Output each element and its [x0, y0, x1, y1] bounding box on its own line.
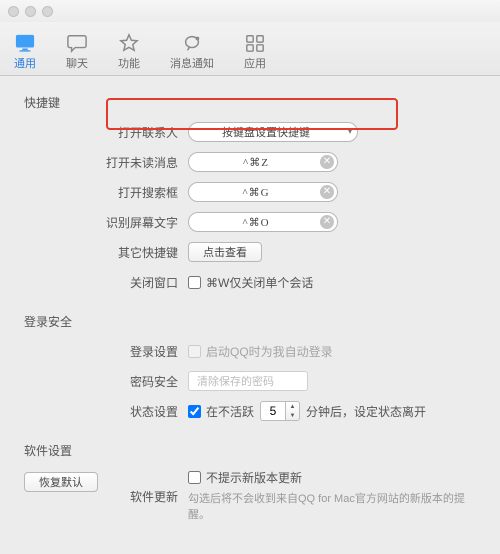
open-search-shortcut-field[interactable]: ^⌘G ✕ — [188, 182, 338, 202]
tab-chat[interactable]: 聊天 — [66, 33, 88, 75]
stepper-arrows[interactable]: ▲▼ — [286, 401, 300, 421]
close-window-checkbox[interactable]: ⌘W仅关闭单个会话 — [188, 274, 313, 291]
auto-login-checkbox: 启动QQ时为我自动登录 — [188, 343, 333, 360]
open-search-label: 打开搜索框 — [24, 184, 188, 201]
preferences-toolbar: 通用 聊天 功能 消息通知 应用 — [0, 22, 500, 76]
chevron-down-icon: ▾ — [348, 127, 352, 136]
tab-label: 通用 — [14, 55, 36, 71]
open-unread-shortcut-field[interactable]: ^⌘Z ✕ — [188, 152, 338, 172]
tab-general[interactable]: 通用 — [14, 33, 36, 75]
section-shortcuts: 快捷键 打开联系人 按键盘设置快捷键 ▾ 打开未读消息 ^⌘Z ✕ 打开搜索框 — [24, 94, 476, 301]
ocr-shortcut-field[interactable]: ^⌘O ✕ — [188, 212, 338, 232]
ocr-label: 识别屏幕文字 — [24, 214, 188, 231]
checkbox-input[interactable] — [188, 276, 201, 289]
shortcut-keys: ^⌘G — [242, 186, 269, 199]
status-post: 分钟后，设定状态离开 — [306, 403, 426, 420]
status-pre: 在不活跃 — [206, 403, 254, 420]
placeholder-text: 清除保存的密码 — [197, 373, 274, 389]
idle-minutes-stepper[interactable]: ▲▼ — [260, 401, 300, 421]
idle-minutes-input[interactable] — [260, 401, 286, 421]
status-away-checkbox[interactable]: 在不活跃 — [188, 403, 254, 420]
checkbox-label: 不提示新版本更新 — [206, 469, 302, 486]
clear-icon[interactable]: ✕ — [320, 185, 334, 199]
window-titlebar — [0, 0, 500, 22]
grid-icon — [244, 33, 266, 53]
update-hint: 勾选后将不会收到来自QQ for Mac官方网站的新版本的提醒。 — [188, 492, 476, 524]
login-settings-label: 登录设置 — [24, 343, 188, 360]
shortcut-placeholder: 按键盘设置快捷键 — [222, 124, 310, 140]
monitor-icon — [14, 33, 36, 53]
close-window-label: 关闭窗口 — [24, 274, 188, 291]
open-contacts-label: 打开联系人 — [24, 124, 188, 141]
checkbox-label: 启动QQ时为我自动登录 — [206, 343, 333, 360]
clear-icon[interactable]: ✕ — [320, 215, 334, 229]
section-title: 登录安全 — [24, 313, 476, 330]
tab-notifications[interactable]: 消息通知 — [170, 33, 214, 75]
open-unread-label: 打开未读消息 — [24, 154, 188, 171]
password-label: 密码安全 — [24, 373, 188, 390]
tab-apps[interactable]: 应用 — [244, 33, 266, 75]
checkbox-label: ⌘W仅关闭单个会话 — [206, 274, 313, 291]
tab-label: 应用 — [244, 55, 266, 71]
view-others-button[interactable]: 点击查看 — [188, 242, 262, 262]
tab-label: 消息通知 — [170, 55, 214, 71]
traffic-light-zoom[interactable] — [42, 6, 53, 17]
clear-password-field[interactable]: 清除保存的密码 — [188, 371, 308, 391]
chat-bubble-icon — [66, 33, 88, 53]
tab-label: 聊天 — [66, 55, 88, 71]
star-icon — [118, 33, 140, 53]
tab-label: 功能 — [118, 55, 140, 71]
status-label: 状态设置 — [24, 403, 188, 420]
section-title: 快捷键 — [24, 94, 476, 111]
suppress-update-checkbox[interactable]: 不提示新版本更新 — [188, 469, 302, 486]
shortcut-keys: ^⌘O — [242, 216, 269, 229]
open-contacts-shortcut-field[interactable]: 按键盘设置快捷键 ▾ — [188, 122, 358, 142]
clear-icon[interactable]: ✕ — [320, 155, 334, 169]
tab-features[interactable]: 功能 — [118, 33, 140, 75]
section-login: 登录安全 登录设置 启动QQ时为我自动登录 密码安全 清除保存的密码 状态设置 — [24, 313, 476, 430]
checkbox-input — [188, 345, 201, 358]
other-shortcuts-label: 其它快捷键 — [24, 244, 188, 261]
bell-icon — [181, 33, 203, 53]
section-title: 软件设置 — [24, 442, 476, 459]
restore-defaults-button[interactable]: 恢复默认 — [24, 472, 98, 492]
traffic-light-close[interactable] — [8, 6, 19, 17]
traffic-light-minimize[interactable] — [25, 6, 36, 17]
checkbox-input[interactable] — [188, 471, 201, 484]
checkbox-input[interactable] — [188, 405, 201, 418]
shortcut-keys: ^⌘Z — [243, 156, 269, 169]
